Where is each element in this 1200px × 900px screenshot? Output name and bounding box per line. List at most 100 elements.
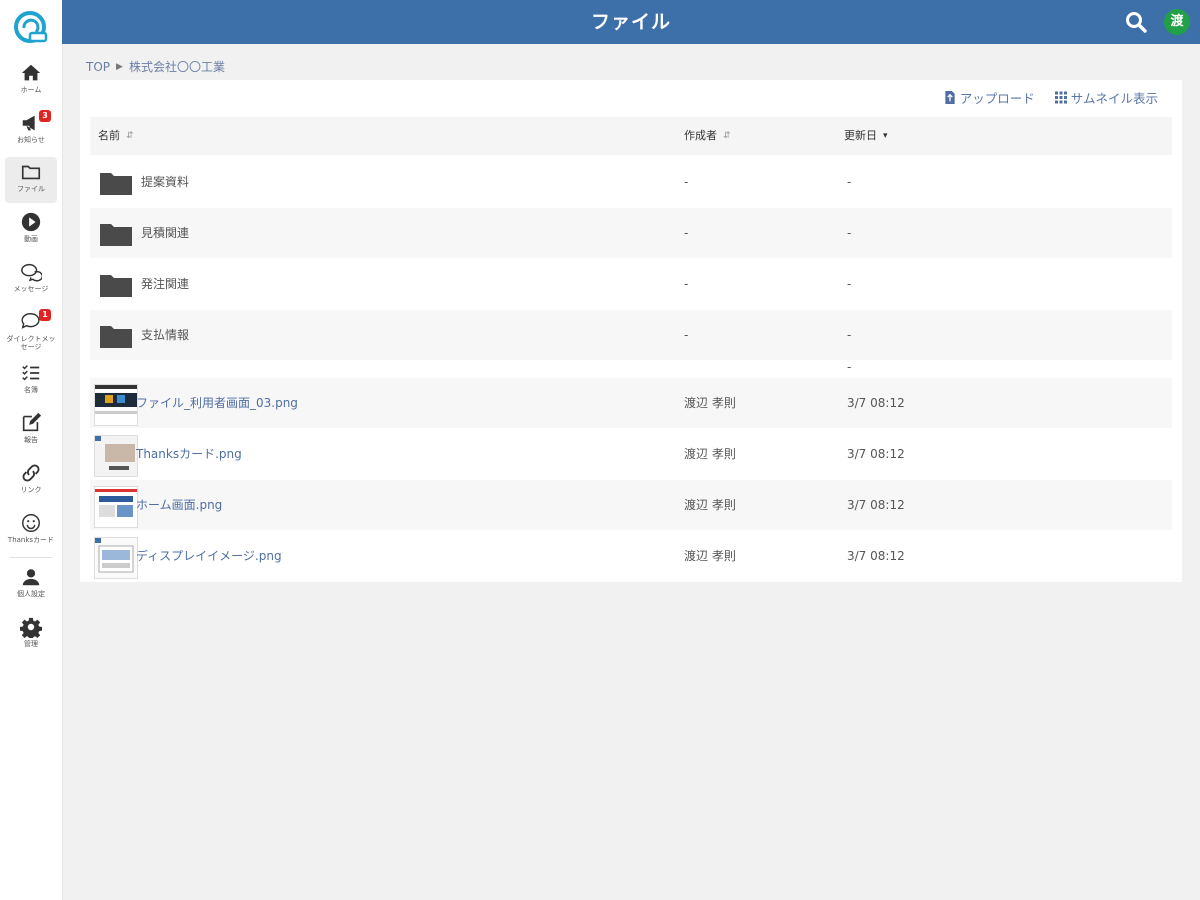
upload-label: アップロード bbox=[959, 91, 1035, 106]
gear-icon bbox=[20, 617, 42, 638]
smiley-icon bbox=[22, 514, 40, 532]
table-row[interactable]: Thanksカード.png 渡辺 孝則 3/7 08:12 bbox=[90, 429, 1172, 479]
sidebar-item-label: Thanksカード bbox=[7, 536, 55, 544]
creator-cell: 渡辺 孝則 bbox=[684, 447, 736, 461]
sidebar-item-files[interactable]: ファイル bbox=[5, 157, 57, 203]
folder-icon bbox=[100, 326, 132, 348]
updated-cell: - bbox=[847, 226, 852, 240]
sidebar-divider bbox=[10, 557, 52, 558]
file-thumbnail[interactable] bbox=[94, 384, 138, 426]
file-thumbnail[interactable] bbox=[94, 537, 138, 579]
table-row[interactable]: 提案資料 - - bbox=[90, 157, 1172, 207]
column-label: 更新日 bbox=[844, 129, 877, 142]
play-circle-icon bbox=[21, 212, 41, 232]
sidebar-item-label: 管理 bbox=[24, 640, 38, 648]
sort-icon: ⇵ bbox=[723, 131, 731, 141]
table-row[interactable]: ファイル_利用者画面_03.png 渡辺 孝則 3/7 08:12 bbox=[90, 378, 1172, 428]
sidebar-item-label: 動画 bbox=[24, 235, 38, 243]
sidebar-item-links[interactable]: リンク bbox=[5, 458, 57, 504]
sidebar-item-notices[interactable]: 3 お知らせ bbox=[5, 108, 57, 154]
notification-badge: 1 bbox=[39, 309, 51, 321]
sidebar-item-label: 名簿 bbox=[24, 386, 38, 394]
home-icon bbox=[21, 64, 41, 81]
file-thumbnail[interactable] bbox=[94, 486, 138, 528]
updated-cell: 3/7 08:12 bbox=[847, 498, 905, 512]
folder-name[interactable]: 見積関連 bbox=[141, 208, 189, 258]
sidebar-item-roster[interactable]: 名簿 bbox=[5, 358, 57, 404]
updated-cell: - bbox=[847, 277, 852, 291]
folder-name[interactable]: 発注関連 bbox=[141, 259, 189, 309]
toolbar: アップロード サムネイル表示 bbox=[944, 88, 1158, 107]
creator-cell: - bbox=[684, 226, 689, 240]
updated-cell: 3/7 08:12 bbox=[847, 396, 905, 410]
top-header: ファイル 渡 bbox=[62, 0, 1200, 44]
table-row[interactable]: 発注関連 - - bbox=[90, 259, 1172, 309]
chevron-right-icon: ▶ bbox=[116, 61, 123, 72]
file-upload-icon bbox=[945, 91, 955, 104]
breadcrumb-current[interactable]: 株式会社〇〇工業 bbox=[129, 58, 225, 75]
user-icon bbox=[22, 569, 40, 586]
sidebar-item-messages[interactable]: メッセージ bbox=[5, 257, 57, 303]
folder-icon bbox=[100, 275, 132, 297]
table-row[interactable]: 支払情報 - - bbox=[90, 310, 1172, 360]
avatar[interactable]: 渡 bbox=[1164, 9, 1190, 35]
table-header: 名前 ⇵ 作成者 ⇵ 更新日 ▾ bbox=[90, 117, 1172, 155]
sidebar-item-label: 個人設定 bbox=[17, 590, 45, 598]
creator-cell: 渡辺 孝則 bbox=[684, 549, 736, 563]
updated-cell: 3/7 08:12 bbox=[847, 447, 905, 461]
table-row[interactable]: ホーム画面.png 渡辺 孝則 3/7 08:12 bbox=[90, 480, 1172, 530]
sidebar-item-label: ファイル bbox=[17, 185, 45, 193]
column-header-name[interactable]: 名前 ⇵ bbox=[98, 117, 134, 155]
folder-icon bbox=[100, 173, 132, 195]
updated-cell: - bbox=[847, 328, 852, 342]
file-thumbnail[interactable] bbox=[94, 435, 138, 477]
creator-cell: - bbox=[684, 277, 689, 291]
upload-button[interactable]: アップロード bbox=[944, 88, 1035, 107]
sidebar-item-label: メッセージ bbox=[13, 285, 49, 293]
column-header-creator[interactable]: 作成者 ⇵ bbox=[684, 117, 731, 155]
updated-cell: - bbox=[847, 175, 852, 189]
sidebar-item-direct-messages[interactable]: 1 ダイレクトメッセージ bbox=[5, 307, 57, 353]
search-icon[interactable] bbox=[1124, 10, 1148, 34]
sidebar-item-personal-settings[interactable]: 個人設定 bbox=[5, 562, 57, 608]
folder-name[interactable]: 提案資料 bbox=[141, 157, 189, 207]
sidebar-item-label: リンク bbox=[20, 486, 42, 494]
sidebar-item-thanks-card[interactable]: Thanksカード bbox=[5, 508, 57, 554]
table-row[interactable]: 見積関連 - - bbox=[90, 208, 1172, 258]
sidebar-item-label: 報告 bbox=[24, 436, 38, 444]
page-title: ファイル bbox=[590, 11, 671, 33]
edit-icon bbox=[22, 412, 42, 432]
updated-cell: 3/7 08:12 bbox=[847, 549, 905, 563]
empty-cell: - bbox=[847, 360, 852, 374]
breadcrumb-top-link[interactable]: TOP bbox=[86, 60, 110, 74]
file-name-link[interactable]: ホーム画面.png bbox=[136, 480, 222, 530]
breadcrumb: TOP ▶ 株式会社〇〇工業 bbox=[86, 58, 225, 75]
sidebar-item-admin[interactable]: 管理 bbox=[5, 612, 57, 658]
folder-outline-icon bbox=[21, 165, 41, 180]
column-header-updated[interactable]: 更新日 ▾ bbox=[844, 117, 888, 155]
thumbnail-view-button[interactable]: サムネイル表示 bbox=[1054, 88, 1158, 107]
app-logo-icon[interactable] bbox=[10, 6, 52, 48]
sidebar-item-label: お知らせ bbox=[17, 136, 45, 144]
sidebar-item-video[interactable]: 動画 bbox=[5, 207, 57, 253]
column-label: 名前 bbox=[98, 129, 120, 142]
sidebar: ホーム 3 お知らせ ファイル 動画 メッセージ 1 ダイレクトメッセージ 名簿… bbox=[0, 0, 63, 900]
creator-cell: - bbox=[684, 328, 689, 342]
sidebar-item-label: ダイレクトメッセージ bbox=[6, 335, 56, 351]
column-label: 作成者 bbox=[684, 129, 717, 142]
sidebar-item-report[interactable]: 報告 bbox=[5, 408, 57, 454]
folder-name[interactable]: 支払情報 bbox=[141, 310, 189, 360]
table-row[interactable]: ディスプレイイメージ.png 渡辺 孝則 3/7 08:12 bbox=[90, 531, 1172, 581]
sidebar-item-home[interactable]: ホーム bbox=[5, 58, 57, 104]
creator-cell: 渡辺 孝則 bbox=[684, 498, 736, 512]
sort-icon: ⇵ bbox=[126, 131, 134, 141]
link-icon bbox=[22, 464, 40, 482]
folder-icon bbox=[100, 224, 132, 246]
file-name-link[interactable]: ファイル_利用者画面_03.png bbox=[136, 378, 298, 428]
file-name-link[interactable]: ディスプレイイメージ.png bbox=[136, 531, 282, 581]
creator-cell: 渡辺 孝則 bbox=[684, 396, 736, 410]
grid-icon bbox=[1054, 91, 1067, 104]
sort-desc-icon: ▾ bbox=[883, 131, 888, 141]
file-list-card: アップロード サムネイル表示 名前 ⇵ 作成者 ⇵ 更新日 ▾ 提案資料 - -… bbox=[80, 80, 1182, 582]
file-name-link[interactable]: Thanksカード.png bbox=[136, 429, 242, 479]
